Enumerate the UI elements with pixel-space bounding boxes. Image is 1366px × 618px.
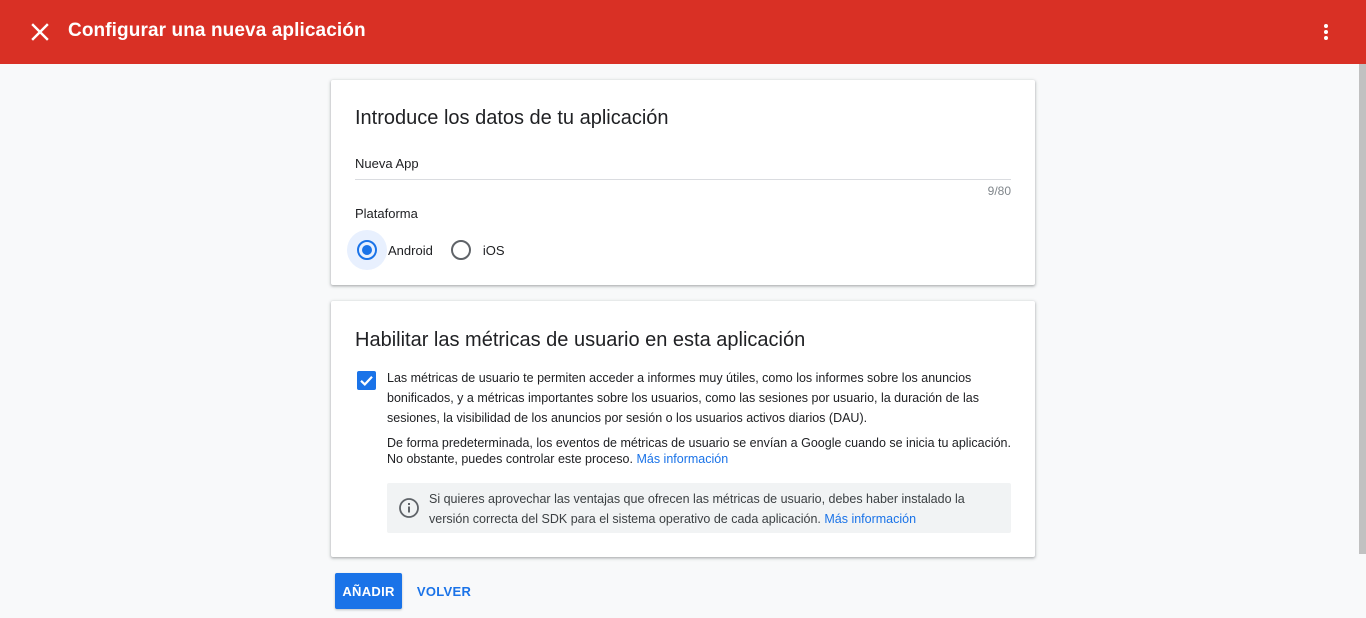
app-name-underline xyxy=(355,179,1011,180)
check-icon xyxy=(360,376,373,386)
radio-checked-icon xyxy=(357,240,377,260)
char-counter: 9/80 xyxy=(987,184,1011,198)
more-vert-icon xyxy=(1324,24,1328,40)
app-details-title: Introduce los datos de tu aplicación xyxy=(355,107,669,129)
metrics-checkbox[interactable] xyxy=(357,371,376,390)
app-details-card: Introduce los datos de tu aplicación Nue… xyxy=(331,80,1035,285)
scrollbar[interactable] xyxy=(1359,64,1366,554)
more-options-button[interactable] xyxy=(1312,16,1340,48)
metrics-default-text: De forma predeterminada, los eventos de … xyxy=(387,435,1015,467)
metrics-title: Habilitar las métricas de usuario en est… xyxy=(355,329,806,351)
sdk-learn-more-link[interactable]: Más información xyxy=(824,512,916,526)
close-button[interactable] xyxy=(24,16,56,48)
platform-android-label: Android xyxy=(388,242,433,258)
platform-ios-label: iOS xyxy=(482,242,505,258)
top-app-bar: Configurar una nueva aplicación xyxy=(0,0,1366,64)
metrics-card: Habilitar las métricas de usuario en est… xyxy=(331,301,1035,557)
platform-android-option[interactable]: Android xyxy=(347,230,433,270)
platform-label: Plataforma xyxy=(355,206,418,221)
radio-unchecked-icon xyxy=(450,240,471,260)
sdk-info-box: Si quieres aprovechar las ventajas que o… xyxy=(387,483,1011,533)
platform-radio-group: Android iOS xyxy=(347,230,504,270)
app-name-field[interactable]: Nueva App xyxy=(355,156,419,171)
page-title: Configurar una nueva aplicación xyxy=(68,20,366,41)
radio-android[interactable] xyxy=(347,230,387,270)
learn-more-link[interactable]: Más información xyxy=(636,452,728,466)
info-icon xyxy=(399,498,419,518)
add-button[interactable]: AÑADIR xyxy=(335,573,402,609)
metrics-description: Las métricas de usuario te permiten acce… xyxy=(387,371,979,425)
close-icon xyxy=(31,23,49,41)
platform-ios-option[interactable]: iOS xyxy=(449,230,505,270)
sdk-info-text: Si quieres aprovechar las ventajas que o… xyxy=(429,489,1005,529)
back-button[interactable]: VOLVER xyxy=(410,573,478,609)
radio-ios[interactable] xyxy=(449,230,473,270)
